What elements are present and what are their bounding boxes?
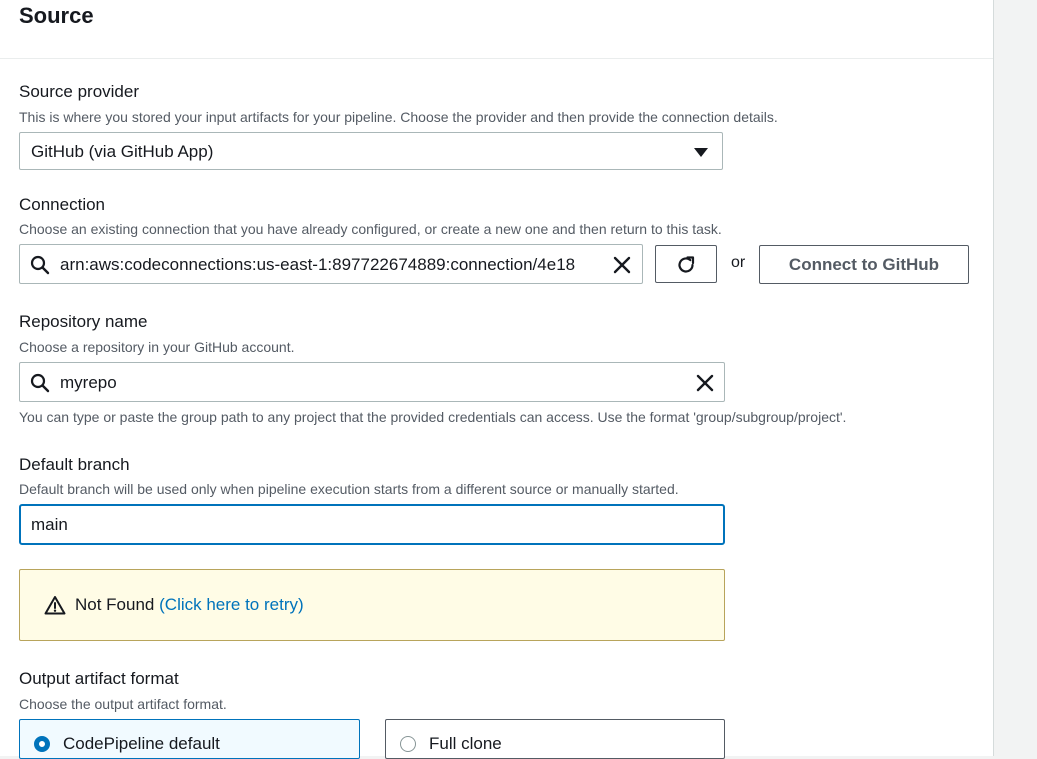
radio-codepipeline-default[interactable]: CodePipeline default: [19, 719, 360, 759]
alert-message: Not Found: [75, 595, 155, 614]
radio-unselected-icon: [400, 736, 416, 752]
refresh-connections-button[interactable]: [655, 245, 717, 283]
search-icon: [30, 373, 50, 393]
connection-input[interactable]: arn:aws:codeconnections:us-east-1:897722…: [19, 244, 643, 284]
connection-value: arn:aws:codeconnections:us-east-1:897722…: [60, 255, 576, 274]
default-branch-description: Default branch will be used only when pi…: [19, 481, 679, 497]
connect-to-github-button[interactable]: Connect to GitHub: [759, 245, 969, 284]
clear-icon[interactable]: [611, 254, 633, 276]
warning-icon: [44, 596, 66, 615]
output-artifact-description: Choose the output artifact format.: [19, 696, 227, 712]
search-icon: [30, 255, 50, 275]
source-provider-select[interactable]: GitHub (via GitHub App): [19, 132, 723, 170]
source-provider-value: GitHub (via GitHub App): [31, 142, 214, 161]
retry-link[interactable]: (Click here to retry): [159, 595, 304, 614]
connection-description: Choose an existing connection that you h…: [19, 221, 722, 237]
refresh-icon: [678, 256, 695, 273]
repository-hint: You can type or paste the group path to …: [19, 409, 847, 425]
repository-label: Repository name: [19, 312, 148, 331]
caret-down-icon: [694, 148, 708, 157]
panel-header: Source: [0, 0, 993, 59]
radio-full-clone[interactable]: Full clone: [385, 719, 725, 759]
repository-value: myrepo: [60, 373, 117, 392]
output-artifact-label: Output artifact format: [19, 669, 179, 688]
source-provider-description: This is where you stored your input arti…: [19, 109, 778, 125]
default-branch-input[interactable]: main: [19, 504, 725, 545]
radio-label: CodePipeline default: [63, 734, 220, 753]
clear-icon[interactable]: [694, 372, 716, 394]
radio-selected-icon: [34, 736, 50, 752]
repository-description: Choose a repository in your GitHub accou…: [19, 339, 295, 355]
or-text: or: [731, 254, 746, 271]
section-title: Source: [19, 3, 94, 28]
default-branch-value: main: [31, 515, 68, 534]
radio-label: Full clone: [429, 734, 502, 753]
source-panel: Source Source provider This is where you…: [0, 0, 994, 759]
source-provider-label: Source provider: [19, 82, 140, 101]
not-found-alert: Not Found (Click here to retry): [19, 569, 725, 641]
default-branch-label: Default branch: [19, 455, 130, 474]
repository-input[interactable]: myrepo: [19, 362, 725, 402]
connection-label: Connection: [19, 195, 106, 214]
